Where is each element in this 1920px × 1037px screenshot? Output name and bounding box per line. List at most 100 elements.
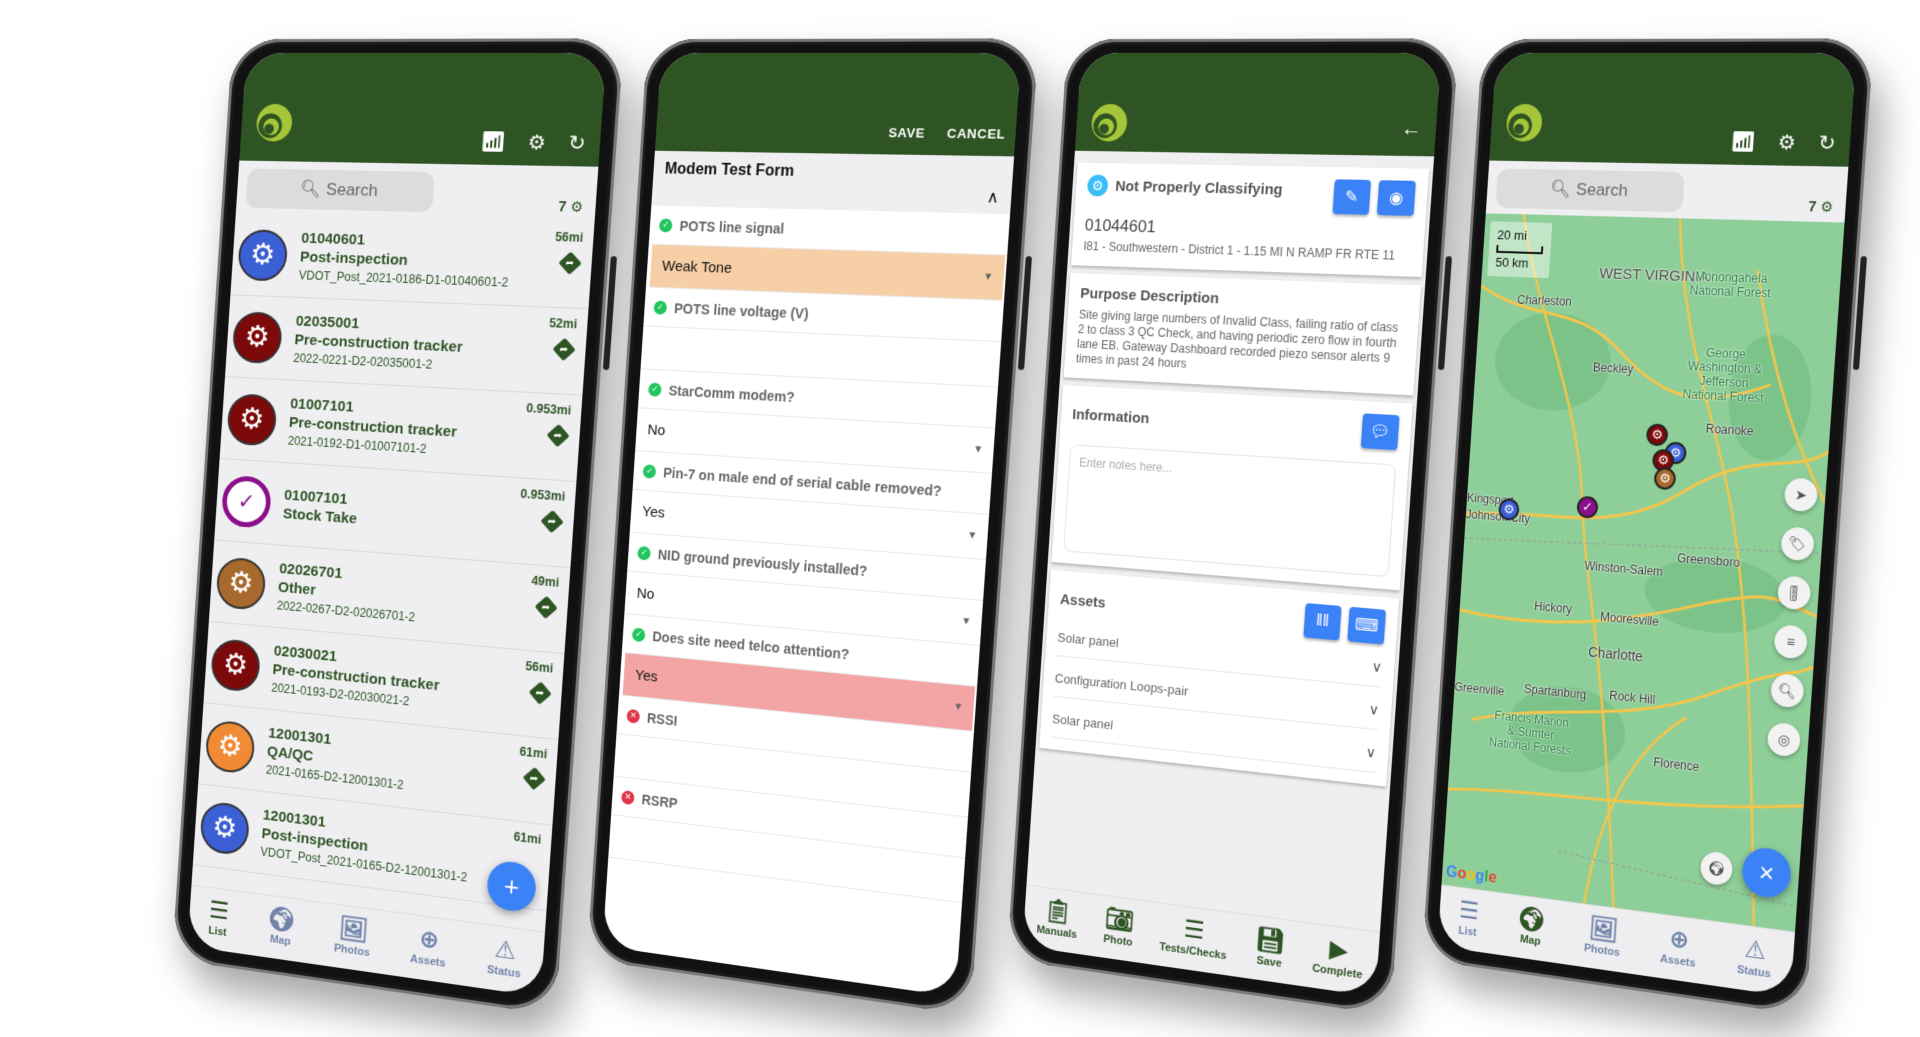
nav-photos[interactable]: 🖼︎ Photos (1583, 913, 1622, 959)
nav-status[interactable]: ⚠ Status (1737, 935, 1774, 980)
edit-button[interactable]: ✎ (1332, 179, 1372, 215)
phone-list-view: 📶︎ ⚙ ↻ 🔍︎ Search 7 ⚙ ⚙ 01040601 Post-inspe… (171, 38, 624, 1016)
phone-form-view: SAVE CANCEL Modem Test Form ∧ ✓ POTS line… (586, 38, 1039, 1016)
nav-photos[interactable]: 🖼︎ Photos (333, 913, 372, 959)
nav-label: Map (1519, 932, 1542, 948)
list-item-text: 02026701 Other 2022-0267-D2-02026701-2 (276, 560, 557, 636)
question-label: Does site need telco attention? (651, 627, 850, 662)
asset-name: Solar panel (1057, 629, 1120, 651)
wifi-icon[interactable]: 📶︎ (480, 131, 507, 154)
layers-icon: ≡ (1785, 633, 1796, 651)
check-circle-icon: ✓ (220, 474, 273, 529)
sync-icon[interactable]: ↻ (1818, 132, 1837, 155)
save-button[interactable]: SAVE (888, 125, 925, 141)
nav-label: Map (269, 932, 292, 948)
sync-icon[interactable]: ↻ (568, 132, 587, 155)
answer-value: No (647, 421, 666, 440)
notes-textarea[interactable]: Enter notes here... (1063, 444, 1397, 578)
nav-manuals[interactable]: 📋︎ Manuals (1036, 896, 1079, 940)
chevron-down-icon[interactable]: ∨ (1368, 701, 1380, 719)
dropdown-caret-icon: ▼ (960, 615, 972, 628)
nav-label: Complete (1311, 961, 1363, 982)
search-icon: 🔍︎ (1549, 179, 1572, 199)
app-logo-icon (1090, 104, 1129, 142)
question-label: POTS line voltage (V) (673, 299, 810, 322)
chevron-down-icon[interactable]: ∨ (1365, 743, 1377, 761)
image-icon: 🖼︎ (337, 913, 369, 945)
search-input[interactable]: 🔍︎ Search (245, 168, 435, 213)
warning-icon: ⚠ (493, 934, 518, 966)
play-circle-icon: ▶ (1328, 934, 1349, 965)
nav-save[interactable]: 💾︎ Save (1254, 925, 1287, 970)
gear-icon[interactable]: ⚙ (527, 132, 547, 155)
map-canvas[interactable]: 20 mi 50 km WEST VIRGINIA Monongahela Na… (1441, 213, 1845, 932)
wifi-icon[interactable]: 📶︎ (1730, 131, 1757, 154)
check-circle-icon: ✓ (637, 545, 651, 561)
nav-assets[interactable]: ⊕ Assets (1660, 925, 1698, 970)
nav-label: Assets (409, 952, 446, 970)
globe-icon: 🌍︎ (1516, 904, 1547, 935)
list-item-side: 56mi ➦ (553, 230, 584, 275)
phone-map-view: 📶︎ ⚙ ↻ 🔍︎ Search 7 ⚙ 20 mi 50 km WEST VI… (1421, 38, 1874, 1016)
list-item-side: 52mi ➦ (547, 316, 578, 362)
barcode-scan-button[interactable]: ‖‖ (1303, 603, 1342, 641)
dropdown-caret-icon: ▼ (972, 443, 984, 456)
question-label: StarComm modem? (668, 382, 796, 405)
filter-count-button[interactable]: 7 ⚙ (1808, 198, 1834, 216)
keyboard-entry-button[interactable]: ⌨ (1347, 606, 1387, 645)
map-label-forest: Monongahela National Forest (1689, 269, 1772, 301)
nav-testschecks[interactable]: ☰ Tests/Checks (1159, 913, 1229, 962)
dropdown-caret-icon: ▼ (982, 271, 994, 283)
cancel-button[interactable]: CANCEL (947, 126, 1006, 142)
nav-status[interactable]: ⚠ Status (487, 935, 524, 980)
image-icon: 🖼︎ (1587, 913, 1619, 945)
distance-label: 0.953mi (525, 400, 572, 418)
list-item-side: 56mi ➦ (523, 659, 554, 705)
clipboard-icon: 📋︎ (1043, 896, 1073, 927)
list-item-text: 01040601 Post-inspection VDOT_Post_2021-01… (298, 230, 581, 292)
chevron-down-icon[interactable]: ∨ (1371, 658, 1383, 676)
list-item-text: 02030021 Pre-construction tracker 2021-019… (271, 643, 551, 723)
nav-map[interactable]: 🌍︎ Map (266, 904, 297, 948)
back-arrow-icon[interactable]: ← (1400, 118, 1422, 142)
globe-icon: 🌍︎ (1707, 858, 1726, 878)
target-icon: ◎ (1777, 730, 1791, 748)
checklist-icon: ☰ (1183, 915, 1206, 945)
filter-count-button[interactable]: 7 ⚙ (558, 198, 584, 216)
gear-icon[interactable]: ⚙ (1777, 132, 1797, 155)
traffic-light-icon: 🚦︎ (1784, 583, 1804, 602)
dropdown-caret-icon: ▼ (966, 529, 978, 542)
check-circle-icon: ✓ (642, 463, 657, 479)
edit-icon: ✎ (1344, 188, 1360, 207)
chevron-up-icon[interactable]: ∧ (986, 187, 999, 208)
location-button[interactable]: ◉ (1376, 180, 1416, 216)
nav-map[interactable]: 🌍︎ Map (1516, 904, 1547, 948)
keyboard-icon: ⌨ (1354, 616, 1379, 636)
nav-label: Photos (1583, 941, 1621, 959)
search-location-icon: 🔍︎ (1777, 681, 1797, 700)
nav-label: List (208, 924, 227, 939)
nav-list[interactable]: ☰ List (207, 896, 229, 939)
question-label: NID ground previously installed? (657, 546, 868, 579)
dropdown-caret-icon: ▼ (952, 701, 964, 714)
nav-complete[interactable]: ▶ Complete (1312, 934, 1365, 981)
form-header[interactable]: Modem Test Form ∧ (651, 150, 1015, 215)
gear-icon: ⚙ (1819, 198, 1834, 215)
nav-assets[interactable]: ⊕ Assets (410, 925, 448, 970)
form-body: ✓ POTS line signal Weak Tone ▼ ✓ POTS line vo… (602, 205, 1011, 997)
nav-photo[interactable]: 📷︎ Photo (1103, 904, 1135, 948)
nav-list[interactable]: ☰ List (1457, 896, 1479, 938)
list-item[interactable]: ⚙ 01040601 Post-inspection VDOT_Post_2021-0… (230, 213, 595, 310)
list-item-side: 61mi ➦ (517, 744, 548, 791)
check-circle-icon: ✓ (653, 300, 668, 315)
job-list: ⚙ 01040601 Post-inspection VDOT_Post_2021-0… (192, 213, 595, 931)
search-icon: 🔍︎ (299, 179, 322, 199)
phone-detail-view: ← ⚙ Not Properly Classifying ✎ ◉ 0104460… (1006, 38, 1459, 1016)
search-input[interactable]: 🔍︎ Search (1495, 168, 1685, 213)
plus-circle-icon: ⊕ (418, 924, 441, 955)
error-circle-icon: ✕ (626, 708, 641, 724)
nav-label: Photos (333, 941, 371, 959)
distance-label: 0.953mi (519, 486, 566, 504)
site-card: ⚙ Not Properly Classifying ✎ ◉ 01044601 … (1071, 162, 1430, 278)
comment-button[interactable]: 💬︎ (1360, 413, 1400, 451)
